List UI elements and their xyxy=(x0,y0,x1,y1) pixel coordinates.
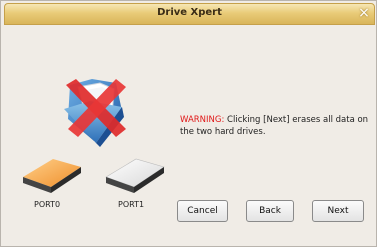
port1-label: PORT1 xyxy=(118,200,145,209)
orange-hard-drive-icon xyxy=(23,159,81,193)
cancel-button[interactable]: Cancel xyxy=(177,200,228,222)
next-button[interactable]: Next xyxy=(312,200,364,222)
title-bar: Drive Xpert × xyxy=(4,3,375,25)
warning-text: WARNING: Clicking [Next] erases all data… xyxy=(180,114,370,138)
drive-xpert-dialog: Drive Xpert × PORT0 PORT1 WARNING: Click… xyxy=(0,0,377,247)
port0-label: PORT0 xyxy=(34,200,61,209)
close-icon[interactable]: × xyxy=(357,5,371,21)
window-title: Drive Xpert xyxy=(157,7,222,18)
back-button[interactable]: Back xyxy=(246,200,294,222)
white-hard-drive-icon xyxy=(105,158,165,193)
folder-with-red-x-icon xyxy=(64,79,126,147)
warning-label: WARNING: xyxy=(180,115,225,125)
